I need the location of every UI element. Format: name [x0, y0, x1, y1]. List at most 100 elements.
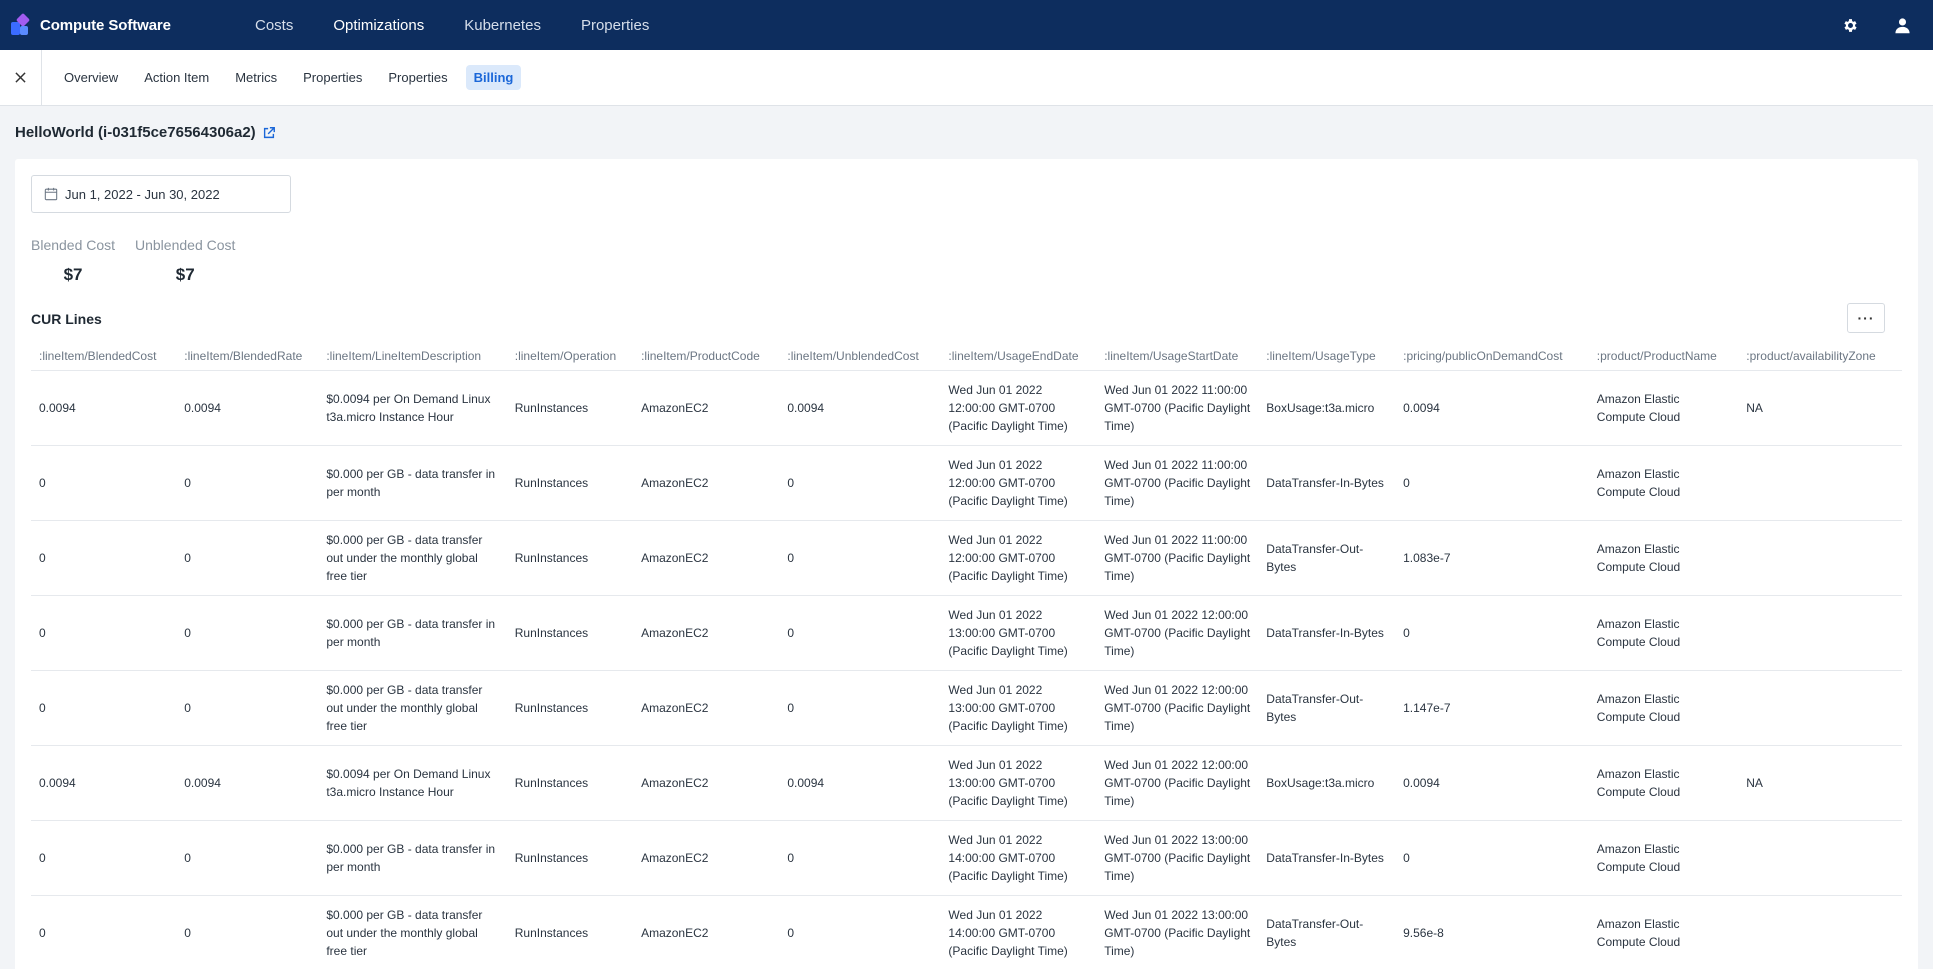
table-cell: 0.0094 [1395, 745, 1589, 821]
tab-metrics[interactable]: Metrics [227, 65, 285, 90]
table-cell: Wed Jun 01 2022 12:00:00 GMT-0700 (Pacif… [1096, 670, 1259, 746]
table-cell [1738, 820, 1899, 896]
external-link-icon[interactable] [262, 126, 276, 140]
table-cell: $0.000 per GB - data transfer out under … [318, 670, 507, 746]
table-row[interactable]: 0 0 $0.000 per GB - data transfer in per m… [31, 595, 1902, 671]
table-cell: Wed Jun 01 2022 11:00:00 GMT-0700 (Pacif… [1096, 370, 1259, 446]
table-row[interactable]: 0 0 $0.000 per GB - data transfer in per m… [31, 820, 1902, 896]
table-cell: BoxUsage:t3a.micro [1258, 370, 1396, 446]
brand-logo-icon [11, 12, 33, 36]
table-cell: NA [1738, 745, 1899, 821]
nav-link-costs[interactable]: Costs [255, 17, 293, 34]
table-row[interactable]: 0.0094 0.0094 $0.0094 per On Demand Linux … [31, 370, 1902, 446]
table-cell: Wed Jun 01 2022 12:00:00 GMT-0700 (Pacif… [940, 445, 1097, 521]
blended-cost: Blended Cost $7 [31, 237, 115, 285]
table-cell: $0.000 per GB - data transfer out under … [318, 895, 507, 969]
column-header[interactable]: :lineItem/BlendedCost [31, 342, 177, 371]
nav-actions [1841, 0, 1911, 50]
column-header[interactable]: :product/ProductName [1588, 342, 1739, 371]
cur-lines-table[interactable]: :lineItem/BlendedCost:lineItem/BlendedRa… [31, 342, 1902, 969]
table-cell: AmazonEC2 [633, 820, 780, 896]
brand[interactable]: Compute Software [11, 12, 255, 36]
table-cell [1898, 895, 1902, 969]
column-header[interactable]: :lineItem/BlendedRate [176, 342, 319, 371]
table-cell: $0.000 per GB - data transfer in per mon… [318, 595, 507, 671]
table-cell: DataTransfer-In-Bytes [1258, 445, 1396, 521]
table-cell: Wed Jun 01 2022 11:00:00 GMT-0700 (Pacif… [1096, 445, 1259, 521]
table-cell: Wed Jun 01 2022 13:00:00 GMT-0700 (Pacif… [940, 745, 1097, 821]
table-cell: Wed Jun 01 2022 12:00:00 GMT-0700 (Pacif… [940, 520, 1097, 596]
table-cell [1738, 445, 1899, 521]
column-header[interactable]: :lineItem/UsageType [1258, 342, 1396, 371]
nav-link-properties[interactable]: Properties [581, 17, 649, 34]
nav-link-optimizations[interactable]: Optimizations [333, 17, 424, 34]
table-cell: Used [1898, 745, 1902, 821]
column-header[interactable]: :lineItem/UsageStartDate [1096, 342, 1259, 371]
table-cell: Wed Jun 01 2022 11:00:00 GMT-0700 (Pacif… [1096, 520, 1259, 596]
unblended-cost: Unblended Cost $7 [135, 237, 235, 285]
table-cell: 0 [779, 895, 941, 969]
table-cell: $0.000 per GB - data transfer out under … [318, 520, 507, 596]
table-cell: Amazon Elastic Compute Cloud [1588, 445, 1739, 521]
gear-icon[interactable] [1841, 16, 1859, 34]
table-cell: AmazonEC2 [633, 370, 780, 446]
column-header[interactable]: :lineItem/UnblendedCost [779, 342, 941, 371]
table-cell: RunInstances [506, 370, 634, 446]
column-header[interactable]: :lineItem/Operation [506, 342, 634, 371]
table-row[interactable]: 0 0 $0.000 per GB - data transfer out unde… [31, 895, 1902, 969]
table-row[interactable]: 0 0 $0.000 per GB - data transfer in per m… [31, 445, 1902, 521]
column-header[interactable]: :lineItem/ProductCode [633, 342, 780, 371]
table-cell: 0 [31, 820, 177, 896]
table-row[interactable]: 0 0 $0.000 per GB - data transfer out unde… [31, 670, 1902, 746]
table-cell: Wed Jun 01 2022 12:00:00 GMT-0700 (Pacif… [940, 370, 1097, 446]
table-cell: Amazon Elastic Compute Cloud [1588, 745, 1739, 821]
tab-action-item[interactable]: Action Item [136, 65, 217, 90]
table-cell: DataTransfer-In-Bytes [1258, 595, 1396, 671]
table-cell: 0 [31, 520, 177, 596]
nav-link-kubernetes[interactable]: Kubernetes [464, 17, 541, 34]
table-cell [1898, 445, 1902, 521]
table-cell: 0.0094 [31, 745, 177, 821]
table-row[interactable]: 0 0 $0.000 per GB - data transfer out unde… [31, 520, 1902, 596]
table-cell [1738, 595, 1899, 671]
tab-properties-2[interactable]: Properties [380, 65, 455, 90]
table-cell: DataTransfer-In-Bytes [1258, 820, 1396, 896]
table-cell: NA [1738, 370, 1899, 446]
column-header[interactable]: :product/availabilityZone [1738, 342, 1899, 371]
table-cell: Amazon Elastic Compute Cloud [1588, 595, 1739, 671]
table-cell: $0.0094 per On Demand Linux t3a.micro In… [318, 745, 507, 821]
calendar-icon [44, 187, 58, 201]
tab-billing[interactable]: Billing [465, 65, 522, 90]
table-cell: 0.0094 [31, 370, 177, 446]
table-cell: $0.000 per GB - data transfer in per mon… [318, 445, 507, 521]
table-row[interactable]: 0.0094 0.0094 $0.0094 per On Demand Linux … [31, 745, 1902, 821]
date-range-picker[interactable]: Jun 1, 2022 - Jun 30, 2022 [31, 175, 291, 213]
table-cell: DataTransfer-Out-Bytes [1258, 895, 1396, 969]
table-cell: Wed Jun 01 2022 12:00:00 GMT-0700 (Pacif… [1096, 745, 1259, 821]
unblended-cost-value: $7 [175, 265, 195, 284]
table-cell [1898, 670, 1902, 746]
column-header[interactable]: :product/capacitystatus [1898, 342, 1902, 371]
table-cell: Amazon Elastic Compute Cloud [1588, 520, 1739, 596]
table-cell: 0.0094 [779, 370, 941, 446]
table-cell: 0.0094 [1395, 370, 1589, 446]
column-header[interactable]: :lineItem/UsageEndDate [940, 342, 1097, 371]
top-navigation: Compute Software Costs Optimizations Kub… [0, 0, 1933, 50]
column-header[interactable]: :lineItem/LineItemDescription [318, 342, 507, 371]
tabs: Overview Action Item Metrics Properties … [56, 65, 531, 90]
tab-overview[interactable]: Overview [56, 65, 126, 90]
more-options-button[interactable]: ··· [1847, 303, 1885, 333]
table-cell: 0 [31, 445, 177, 521]
table-cell: $0.000 per GB - data transfer in per mon… [318, 820, 507, 896]
table-cell: Wed Jun 01 2022 13:00:00 GMT-0700 (Pacif… [1096, 895, 1259, 969]
table-cell: 0 [779, 445, 941, 521]
table-cell: AmazonEC2 [633, 595, 780, 671]
resource-title: HelloWorld (i-031f5ce76564306a2) [15, 124, 276, 141]
table-cell: Wed Jun 01 2022 14:00:00 GMT-0700 (Pacif… [940, 820, 1097, 896]
table-cell: DataTransfer-Out-Bytes [1258, 670, 1396, 746]
close-button[interactable] [0, 49, 42, 106]
tab-properties[interactable]: Properties [295, 65, 370, 90]
column-header[interactable]: :pricing/publicOnDemandCost [1395, 342, 1589, 371]
user-icon[interactable] [1893, 16, 1911, 34]
table-cell: 0.0094 [779, 745, 941, 821]
